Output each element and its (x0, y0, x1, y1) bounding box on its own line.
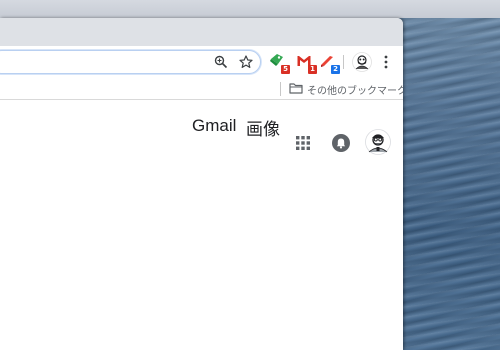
images-link[interactable]: 画像 (246, 115, 280, 140)
extension-badge: 5 (281, 65, 290, 74)
extension-green-tag[interactable]: 5 (269, 53, 290, 74)
other-bookmarks-label[interactable]: その他のブックマーク (307, 82, 403, 97)
notifications-bell-icon[interactable] (332, 134, 350, 152)
browser-window: 5 1 2 その他のブックマーク Gmail 画像 (0, 18, 403, 350)
extension-badge: 1 (308, 65, 317, 74)
folder-icon[interactable] (289, 82, 303, 94)
extension-badge: 2 (331, 65, 340, 74)
zoom-icon[interactable] (214, 55, 228, 69)
extension-red-pen[interactable]: 2 (319, 53, 340, 74)
account-avatar-icon[interactable] (365, 129, 391, 155)
menu-kebab-icon[interactable] (382, 55, 390, 69)
gmail-link[interactable]: Gmail (192, 116, 236, 136)
toolbar-divider (343, 55, 344, 69)
profile-avatar-icon[interactable] (352, 52, 372, 72)
tab-strip[interactable] (0, 18, 403, 46)
bookmarks-divider (280, 82, 281, 96)
extension-gmail[interactable]: 1 (296, 53, 317, 74)
apps-grid-icon[interactable] (296, 136, 310, 150)
desktop-menu-strip (0, 0, 500, 18)
bookmark-star-icon[interactable] (239, 55, 253, 69)
